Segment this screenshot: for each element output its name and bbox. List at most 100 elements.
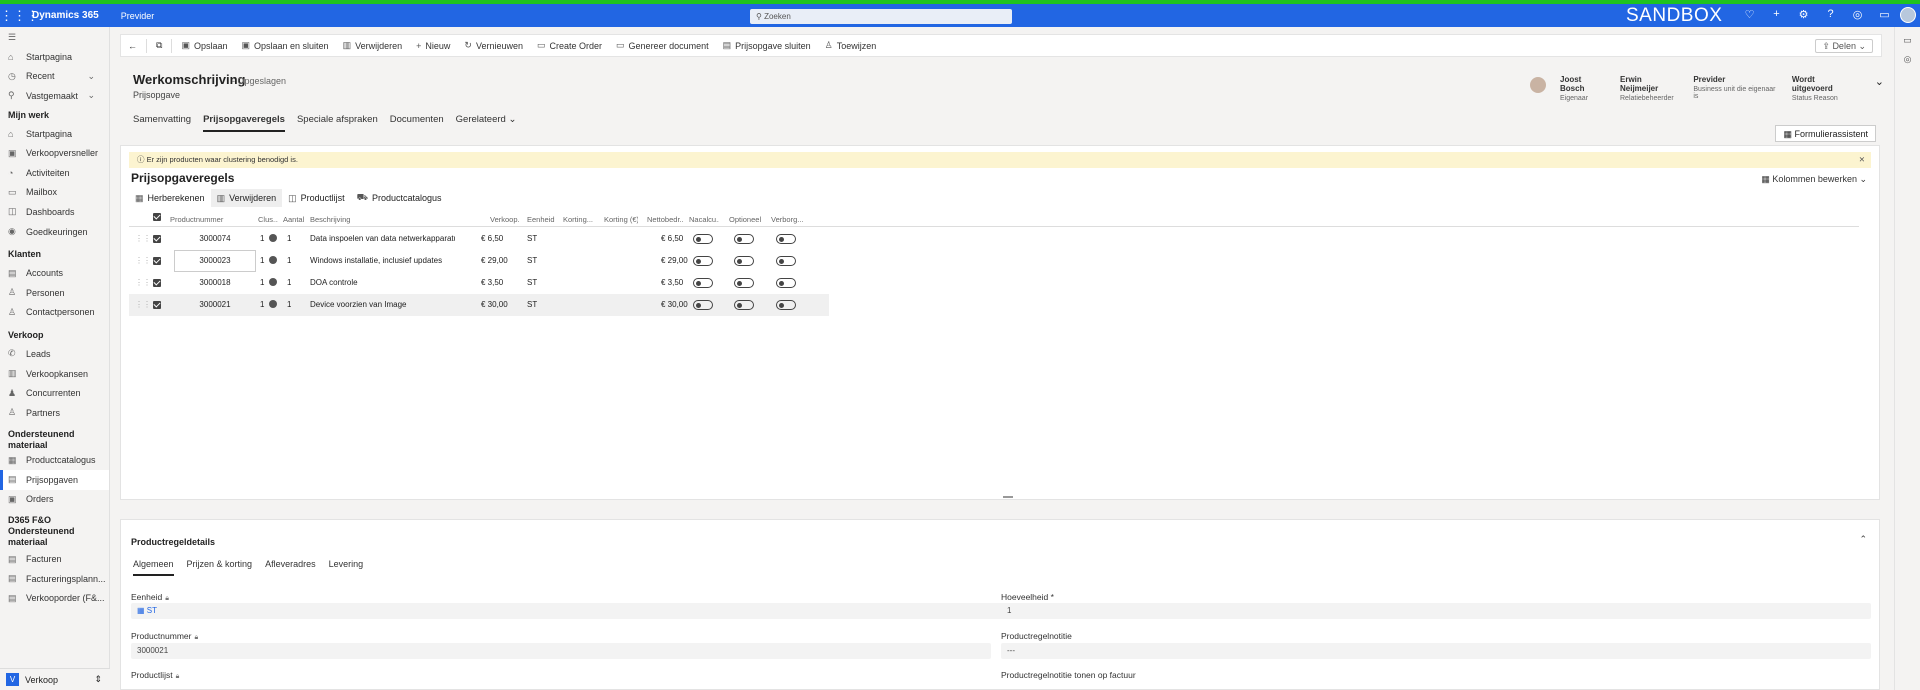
create-order-button[interactable]: ▭ Create Order	[530, 40, 609, 51]
table-row[interactable]: ⋮⋮ 3000023 1 1 Windows installatie, incl…	[129, 250, 829, 272]
sidebar-item-orders[interactable]: ▣ Orders	[0, 490, 109, 510]
cell-nettobedrag[interactable]: € 6,50	[661, 234, 683, 243]
hoeveelheid-field[interactable]: 1	[1001, 603, 1871, 619]
drag-handle-icon[interactable]: ⋮⋮	[135, 234, 151, 243]
column-header[interactable]: Verkoop...	[490, 215, 520, 224]
plus-icon[interactable]: +	[1763, 8, 1790, 21]
productcatalog-button[interactable]: ⛟ Productcatalogus	[351, 189, 448, 207]
sidebar-item-contactpersonen[interactable]: ♙ Contactpersonen	[0, 303, 109, 323]
column-header[interactable]: Optioneel	[729, 215, 761, 224]
row-checkbox[interactable]	[153, 235, 161, 243]
resize-handle[interactable]	[1003, 496, 1013, 498]
cell-aantal[interactable]: 1	[287, 300, 291, 309]
sidebar-item-verkoopversneller[interactable]: ▣ Verkoopversneller	[0, 143, 109, 163]
column-header[interactable]: Eenheid	[527, 215, 557, 224]
sidebar-item-activiteiten[interactable]: ◔ Activiteiten	[0, 163, 109, 183]
sidebar-item-startpagina[interactable]: ⌂ Startpagina	[0, 47, 109, 67]
new-button[interactable]: + Nieuw	[409, 41, 457, 51]
sidebar-item-recent[interactable]: ◷ Recent ⌄	[0, 67, 109, 87]
cell-nettobedrag[interactable]: € 3,50	[661, 278, 683, 287]
cell-verkoopprijs[interactable]: € 29,00	[481, 256, 508, 265]
header-field-status[interactable]: Wordt uitgevoerd Status Reason	[1792, 75, 1854, 102]
delete-button[interactable]: ▥ Verwijderen	[336, 40, 410, 51]
cell-beschrijving[interactable]: Windows installatie, inclusief updates	[310, 256, 455, 265]
column-header[interactable]: Nettobedr...	[647, 215, 683, 224]
tab-prijsopgaveregels[interactable]: Prijsopgaveregels	[203, 114, 285, 132]
table-row[interactable]: ⋮⋮ 3000074 1 1 Data inspoelen van data n…	[129, 228, 829, 250]
sidebar-item-vastgemaakt[interactable]: ⚲ Vastgemaakt ⌄	[0, 86, 109, 106]
cell-productnummer[interactable]: 3000021	[174, 300, 256, 309]
verborgen-toggle[interactable]	[776, 300, 796, 310]
eenheid-field[interactable]: ▦ ST	[131, 603, 1011, 619]
form-assistant-button[interactable]: ▦ Formulierassistent	[1775, 125, 1876, 142]
drag-handle-icon[interactable]: ⋮⋮	[135, 300, 151, 309]
cell-clus[interactable]: 1	[260, 256, 278, 265]
cell-aantal[interactable]: 1	[287, 278, 291, 287]
sidebar-item-verkooporder[interactable]: ▤ Verkooporder (F&...	[0, 588, 109, 608]
sidebar-item-facturen[interactable]: ▤ Facturen	[0, 549, 109, 569]
sidebar-item-mailbox[interactable]: ▭ Mailbox	[0, 183, 109, 203]
share-button[interactable]: ⇪ Delen ⌄	[1815, 39, 1873, 53]
optioneel-toggle[interactable]	[734, 300, 754, 310]
sidebar-item-dashboards[interactable]: ◫ Dashboards	[0, 202, 109, 222]
verborgen-toggle[interactable]	[776, 278, 796, 288]
sidebar-item-partners[interactable]: ♙ Partners	[0, 403, 109, 423]
header-field-business-unit[interactable]: Previder Business unit die eigenaar is	[1693, 75, 1777, 102]
hamburger-icon[interactable]: ☰	[0, 27, 109, 47]
verborgen-toggle[interactable]	[776, 256, 796, 266]
sidebar-item-leads[interactable]: ✆ Leads	[0, 344, 109, 364]
productnummer-field[interactable]: 3000021	[131, 643, 991, 659]
cell-productnummer[interactable]: 3000023	[174, 256, 256, 265]
close-icon[interactable]: ✕	[1859, 152, 1865, 168]
tab-gerelateerd[interactable]: Gerelateerd ⌄	[456, 114, 517, 132]
verborgen-toggle[interactable]	[776, 234, 796, 244]
cell-productnummer[interactable]: 3000074	[174, 234, 256, 243]
row-checkbox[interactable]	[153, 257, 161, 265]
cell-clus[interactable]: 1	[260, 234, 278, 243]
save-close-button[interactable]: ▣ Opslaan en sluiten	[234, 40, 335, 51]
cell-eenheid[interactable]: ST	[527, 234, 537, 243]
assist-icon[interactable]: ◎	[1844, 8, 1871, 21]
sidebar-item-factureringsplan[interactable]: ▤ Factureringsplann...	[0, 569, 109, 589]
cell-beschrijving[interactable]: Device voorzien van Image	[310, 300, 455, 309]
sidebar-item-concurrenten[interactable]: ♟ Concurrenten	[0, 383, 109, 403]
column-header[interactable]: Beschrijving	[310, 215, 410, 224]
close-quote-button[interactable]: ▤ Prijsopgave sluiten	[716, 40, 818, 51]
nacalculatie-toggle[interactable]	[693, 234, 713, 244]
nacalculatie-toggle[interactable]	[693, 278, 713, 288]
row-checkbox[interactable]	[153, 279, 161, 287]
chevron-down-icon[interactable]: ⌄	[1875, 75, 1884, 102]
row-checkbox[interactable]	[153, 301, 161, 309]
header-field-relationship-manager[interactable]: Erwin Neijmeijer Relatiebeheerder	[1620, 75, 1678, 102]
edit-columns-button[interactable]: ▦ Kolommen bewerken ⌄	[1761, 174, 1867, 185]
cell-productnummer[interactable]: 3000018	[174, 278, 256, 287]
search-input[interactable]: ⚲ Zoeken	[750, 9, 1012, 24]
tab-speciale-afspraken[interactable]: Speciale afspraken	[297, 114, 378, 132]
chevron-up-icon[interactable]: ⌃	[1859, 534, 1867, 545]
panel-icon[interactable]: ▭	[1895, 35, 1920, 46]
column-header[interactable]: Productnummer	[170, 215, 240, 224]
column-header[interactable]: Nacalcu...	[689, 215, 719, 224]
tab-documenten[interactable]: Documenten	[390, 114, 444, 132]
tab-algemeen[interactable]: Algemeen	[133, 559, 174, 576]
help-icon[interactable]: ?	[1817, 8, 1844, 21]
generate-document-button[interactable]: ▭ Genereer document	[609, 40, 716, 51]
tab-levering[interactable]: Levering	[329, 559, 364, 576]
drag-handle-icon[interactable]: ⋮⋮	[135, 256, 151, 265]
table-row[interactable]: ⋮⋮ 3000021 1 1 Device voorzien van Image…	[129, 294, 829, 316]
sidebar-item-goedkeuringen[interactable]: ◉ Goedkeuringen	[0, 222, 109, 242]
column-header[interactable]: Korting...	[563, 215, 597, 224]
column-header[interactable]: Korting (€)	[604, 215, 638, 224]
sidebar-item-productcatalogus[interactable]: ▦ Productcatalogus	[0, 451, 109, 471]
column-header[interactable]: Aantal	[283, 215, 305, 224]
cell-nettobedrag[interactable]: € 29,00	[661, 256, 688, 265]
app-name[interactable]: Dynamics 365	[32, 10, 99, 21]
optioneel-toggle[interactable]	[734, 256, 754, 266]
nacalculatie-toggle[interactable]	[693, 300, 713, 310]
tab-prijzen-korting[interactable]: Prijzen & korting	[187, 559, 253, 576]
optioneel-toggle[interactable]	[734, 278, 754, 288]
cell-eenheid[interactable]: ST	[527, 278, 537, 287]
cell-verkoopprijs[interactable]: € 3,50	[481, 278, 503, 287]
chat-icon[interactable]: ▭	[1871, 8, 1898, 21]
optioneel-toggle[interactable]	[734, 234, 754, 244]
